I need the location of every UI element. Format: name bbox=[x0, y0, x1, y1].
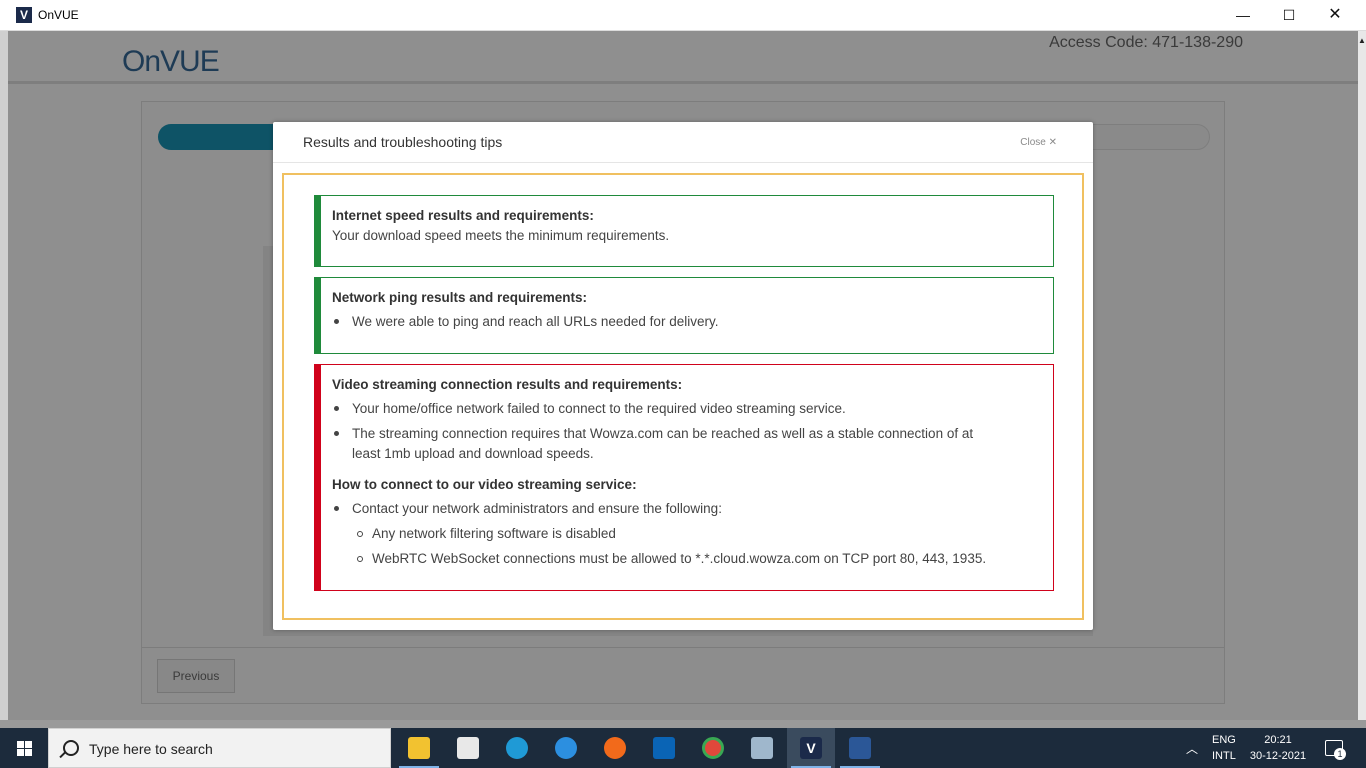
video-streaming-result: Video streaming connection results and r… bbox=[314, 364, 1054, 591]
language-indicator[interactable]: ENG INTL bbox=[1212, 732, 1236, 764]
language-code: ENG bbox=[1212, 734, 1236, 746]
clock[interactable]: 20:21 30-12-2021 bbox=[1245, 732, 1311, 764]
onvue-logo: OnVUE bbox=[122, 45, 220, 78]
results-modal: Results and troubleshooting tips Close ✕… bbox=[273, 122, 1093, 630]
modal-close-button[interactable]: Close ✕ bbox=[1020, 137, 1057, 148]
outlook-icon[interactable] bbox=[640, 728, 688, 768]
start-button[interactable] bbox=[0, 728, 48, 768]
network-ping-result: Network ping results and requirements: W… bbox=[314, 277, 1054, 354]
modal-title: Results and troubleshooting tips bbox=[303, 134, 503, 150]
maximize-button[interactable]: ☐ bbox=[1266, 0, 1312, 30]
sub-bullet-icon bbox=[357, 556, 363, 562]
divider bbox=[142, 647, 1224, 648]
bullet-icon bbox=[334, 506, 339, 511]
internet-explorer-icon[interactable] bbox=[542, 728, 590, 768]
access-code: Access Code: 471-138-290 bbox=[1049, 34, 1243, 51]
video-bullet-text: least 1mb upload and download speeds. bbox=[352, 446, 594, 461]
word-icon[interactable] bbox=[836, 728, 884, 768]
sub-bullet-text: Any network filtering software is disabl… bbox=[372, 526, 616, 541]
notification-badge: 1 bbox=[1334, 748, 1346, 760]
ping-bullet-text: We were able to ping and reach all URLs … bbox=[352, 314, 719, 329]
minimize-button[interactable]: — bbox=[1220, 0, 1266, 30]
internet-speed-result: Internet speed results and requirements:… bbox=[314, 195, 1054, 267]
list-item: WebRTC WebSocket connections must be all… bbox=[357, 549, 987, 569]
windows-logo-icon bbox=[17, 741, 32, 756]
video-streaming-heading: Video streaming connection results and r… bbox=[332, 377, 683, 392]
taskbar-search-box[interactable]: Type here to search bbox=[48, 728, 391, 768]
window-title-bar: V OnVUE — ☐ ✕ bbox=[0, 0, 1366, 31]
microsoft-store-icon[interactable] bbox=[444, 728, 492, 768]
list-item: Any network filtering software is disabl… bbox=[357, 524, 616, 544]
search-placeholder: Type here to search bbox=[89, 741, 213, 757]
video-bullet-text: The streaming connection requires that W… bbox=[352, 426, 974, 441]
sub-bullet-text: WebRTC WebSocket connections must be all… bbox=[372, 551, 987, 566]
internet-speed-heading: Internet speed results and requirements: bbox=[332, 208, 594, 223]
howto-heading: How to connect to our video streaming se… bbox=[332, 477, 637, 492]
onvue-taskbar-icon[interactable]: V bbox=[787, 728, 835, 768]
file-explorer-icon[interactable] bbox=[395, 728, 443, 768]
modal-body: Internet speed results and requirements:… bbox=[282, 173, 1084, 620]
howto-bullet-text: Contact your network administrators and … bbox=[352, 501, 722, 516]
window-edge-left bbox=[0, 31, 8, 720]
bullet-icon bbox=[334, 319, 339, 324]
clock-time: 20:21 bbox=[1264, 734, 1292, 746]
firefox-icon[interactable] bbox=[591, 728, 639, 768]
onvue-app-icon: V bbox=[16, 7, 32, 23]
scroll-up-arrow-icon[interactable]: ▲ bbox=[1358, 36, 1366, 56]
bullet-icon bbox=[334, 406, 339, 411]
list-item: Contact your network administrators and … bbox=[334, 499, 722, 519]
search-icon bbox=[63, 740, 79, 756]
sub-bullet-icon bbox=[357, 531, 363, 537]
close-window-button[interactable]: ✕ bbox=[1312, 0, 1358, 30]
status-strip bbox=[8, 707, 1358, 720]
internet-speed-text: Your download speed meets the minimum re… bbox=[332, 228, 670, 243]
window-title: OnVUE bbox=[38, 8, 79, 22]
network-ping-heading: Network ping results and requirements: bbox=[332, 290, 588, 305]
resource-monitor-icon[interactable] bbox=[738, 728, 786, 768]
video-bullet-text: Your home/office network failed to conne… bbox=[352, 401, 846, 416]
bullet-icon bbox=[334, 431, 339, 436]
chrome-icon[interactable] bbox=[689, 728, 737, 768]
previous-button[interactable]: Previous bbox=[157, 659, 235, 693]
clock-date: 30-12-2021 bbox=[1249, 750, 1307, 762]
list-item: Your home/office network failed to conne… bbox=[334, 399, 846, 419]
app-header: OnVUE Access Code: 471-138-290 bbox=[8, 31, 1358, 84]
modal-header: Results and troubleshooting tips Close ✕ bbox=[273, 122, 1093, 163]
list-item-continued: least 1mb upload and download speeds. bbox=[352, 444, 594, 464]
keyboard-layout: INTL bbox=[1212, 750, 1236, 762]
scrollbar[interactable] bbox=[1358, 31, 1366, 720]
list-item: The streaming connection requires that W… bbox=[334, 424, 974, 444]
edge-icon[interactable] bbox=[493, 728, 541, 768]
taskbar: Type here to search V ︿ ENG INTL 20:21 3… bbox=[0, 728, 1366, 768]
chevron-up-icon[interactable]: ︿ bbox=[1186, 740, 1198, 757]
list-item: We were able to ping and reach all URLs … bbox=[334, 312, 719, 332]
